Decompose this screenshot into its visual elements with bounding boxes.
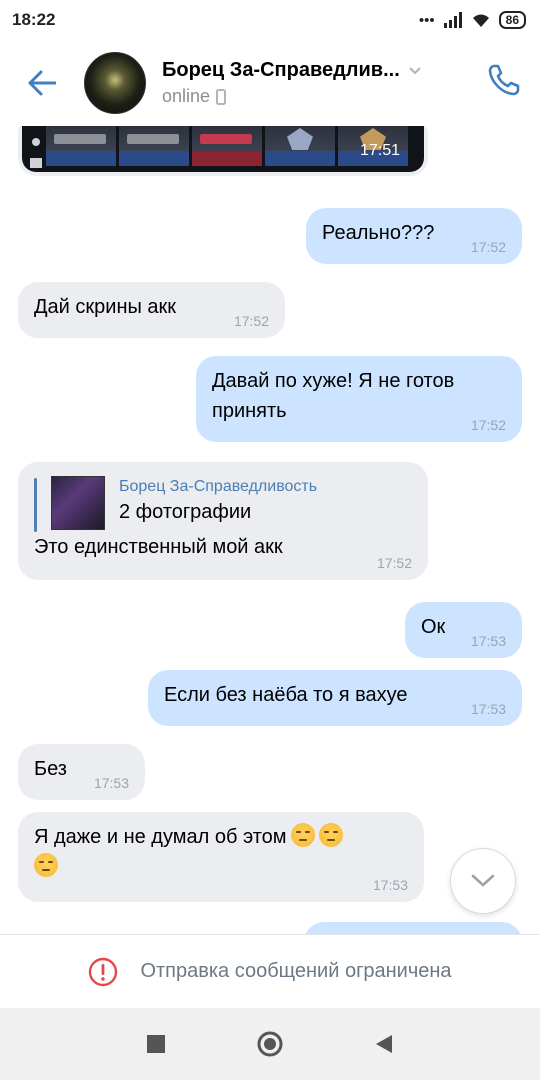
skin-item [119, 126, 189, 166]
restriction-bar: Отправка сообщений ограничена [0, 934, 540, 1008]
contact-info[interactable]: Борец За-Справедлив... online [162, 59, 462, 107]
message-bubble[interactable]: Без 17:53 [18, 744, 145, 800]
chat-header: Борец За-Справедлив... online [0, 40, 540, 126]
message-time: 17:53 [93, 775, 129, 791]
chevron-down-icon [409, 66, 421, 74]
message-bubble[interactable]: Ок 17:53 [405, 602, 522, 658]
photo-time: 17:51 [359, 142, 400, 159]
avatar[interactable] [84, 52, 146, 114]
phone-icon [488, 64, 520, 96]
unamused-emoji-icon [34, 853, 58, 877]
reply-thumbnail [51, 476, 105, 530]
home-circle-icon[interactable] [256, 1030, 284, 1058]
message-text: Ок [421, 616, 446, 638]
battery-icon: 86 [498, 11, 526, 29]
reply-author: Борец За-Справедливость [119, 478, 318, 495]
back-button[interactable] [0, 40, 84, 126]
restriction-text: Отправка сообщений ограничена [140, 960, 452, 982]
message-time: 17:53 [470, 633, 506, 649]
unamused-emoji-icon [318, 823, 343, 847]
message-text: Реально??? [322, 222, 435, 244]
message-time: 17:53 [372, 877, 408, 893]
photo-message[interactable]: 17:51 [18, 126, 428, 176]
screenshot-image[interactable]: 17:51 [22, 126, 424, 172]
warning-icon [89, 957, 118, 986]
message-text-line: Давай по хуже! Я не готов [212, 370, 455, 392]
system-nav-bar [0, 1008, 540, 1080]
status-bar: 18:22 ••• 86 [0, 0, 540, 40]
scroll-down-button[interactable] [450, 848, 516, 914]
signal-icon [443, 12, 462, 28]
message-text-line: принять [212, 400, 287, 422]
mobile-icon [216, 88, 227, 105]
call-button[interactable] [486, 62, 522, 103]
contact-status: online [162, 86, 211, 106]
skin-item [265, 126, 335, 166]
mail-icon [30, 158, 42, 168]
message-text: Я даже и не думал об этом [34, 826, 287, 848]
status-time: 18:22 [12, 10, 56, 29]
reply-attachment-text: 2 фотографии [119, 501, 252, 523]
skin-item [192, 126, 262, 166]
message-time: 17:52 [470, 417, 506, 433]
notification-dots-icon: ••• [418, 11, 435, 29]
message-bubble[interactable]: Если без наёба то я вахуе 17:53 [148, 670, 522, 726]
back-triangle-icon[interactable] [374, 1033, 394, 1055]
message-time: 17:53 [470, 701, 506, 717]
gear-icon [32, 138, 40, 146]
status-icons: ••• 86 [419, 11, 526, 29]
message-text: Это единственный мой акк [34, 536, 283, 558]
recents-square-icon[interactable] [146, 1034, 166, 1054]
message-time: 17:52 [376, 555, 412, 571]
message-text: Если без наёба то я вахуе [164, 684, 408, 706]
message-text: Без [34, 758, 67, 780]
message-text: Дай скрины акк [34, 296, 177, 318]
message-bubble[interactable]: Давай по хуже! Я не готов принять 17:52 [196, 356, 522, 442]
skin-item [46, 126, 116, 166]
wifi-icon [472, 14, 489, 27]
reply-bar [34, 478, 37, 532]
chat-area[interactable]: 17:51 Реально??? 17:52 Дай скрины акк 17… [0, 126, 540, 934]
back-arrow-icon [28, 70, 56, 96]
message-bubble[interactable]: Реально??? 17:52 [306, 208, 522, 264]
reply-block[interactable]: Борец За-Справедливость 2 фотографии [34, 476, 412, 532]
message-bubble[interactable]: Дай скрины акк 17:52 [18, 282, 285, 338]
unamused-emoji-icon [290, 823, 315, 847]
message-time: 17:52 [470, 239, 506, 255]
chevron-down-icon [471, 874, 495, 887]
message-bubble-partial[interactable] [304, 922, 522, 934]
photo-side-icons [28, 126, 44, 172]
reply-message-bubble[interactable]: Борец За-Справедливость 2 фотографии Это… [18, 462, 428, 580]
message-time: 17:52 [233, 313, 269, 329]
message-bubble[interactable]: Я даже и не думал об этом 17:53 [18, 812, 424, 902]
contact-name: Борец За-Справедлив... [162, 59, 400, 81]
